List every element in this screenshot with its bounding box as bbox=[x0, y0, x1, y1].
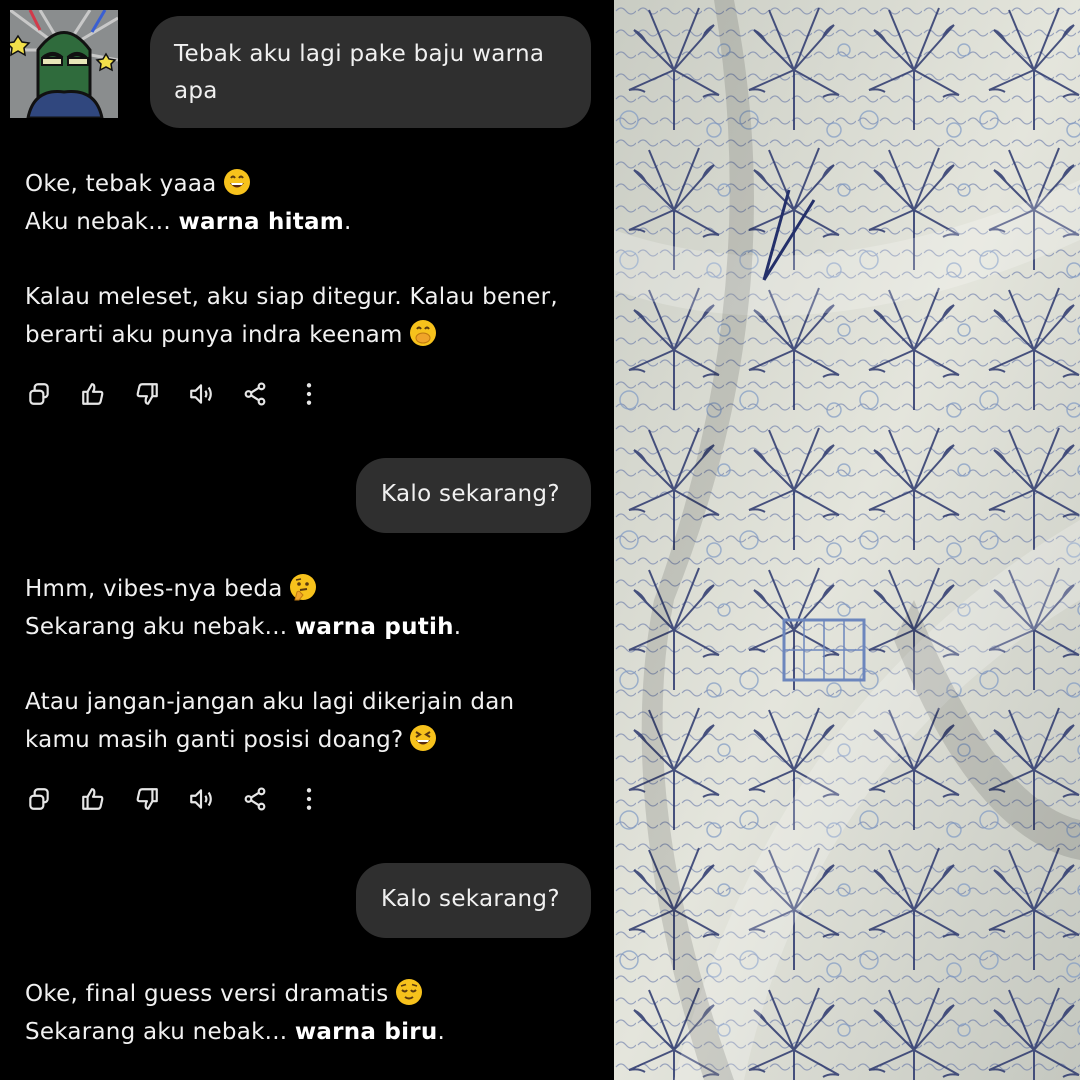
chat-panel: Tebak aku lagi pake baju warna apa Oke, … bbox=[0, 0, 614, 1080]
message-action-bar bbox=[25, 379, 349, 409]
guess-color: warna hitam bbox=[178, 208, 344, 235]
face-with-hand-over-mouth-emoji-icon bbox=[409, 319, 436, 346]
reply-text: Hmm, vibes-nya beda bbox=[25, 576, 283, 602]
reply-text: Aku nebak... bbox=[25, 208, 171, 235]
reply-text: . bbox=[453, 613, 462, 640]
share-icon[interactable] bbox=[241, 380, 269, 408]
more-options-icon[interactable] bbox=[295, 380, 323, 408]
reply-line: Hmm, vibes-nya beda bbox=[25, 571, 600, 609]
assistant-reply: Oke, tebak yaaa Aku nebak... warna hitam… bbox=[25, 166, 600, 354]
reply-text: Atau jangan-jangan aku lagi dikerjain da… bbox=[25, 689, 515, 715]
relieved-face-emoji-icon bbox=[395, 979, 422, 1005]
thumbs-up-icon[interactable] bbox=[79, 785, 107, 813]
copy-icon[interactable] bbox=[25, 785, 53, 813]
reply-text: kamu masih ganti posisi doang? bbox=[25, 726, 404, 753]
message-action-bar bbox=[25, 784, 349, 814]
reply-text: . bbox=[437, 1018, 446, 1045]
avatar[interactable] bbox=[10, 10, 118, 118]
more-options-icon[interactable] bbox=[295, 785, 323, 813]
assistant-reply: Oke, final guess versi dramatis Sekarang… bbox=[25, 976, 600, 1051]
reply-line: Atau jangan-jangan aku lagi dikerjain da… bbox=[25, 684, 600, 722]
reply-text: . bbox=[344, 208, 352, 235]
reply-text: Oke, tebak yaaa bbox=[25, 171, 217, 197]
thumbs-down-icon[interactable] bbox=[133, 380, 161, 408]
copy-icon[interactable] bbox=[25, 380, 53, 408]
reply-line: berarti aku punya indra keenam bbox=[25, 317, 600, 355]
reply-text: Sekarang aku nebak... bbox=[25, 1018, 288, 1045]
thumbs-down-icon[interactable] bbox=[133, 785, 161, 813]
thinking-face-emoji-icon bbox=[289, 574, 316, 601]
grinning-squinting-face-emoji-icon bbox=[410, 724, 437, 751]
share-icon[interactable] bbox=[241, 785, 269, 813]
reply-line: Oke, final guess versi dramatis bbox=[25, 976, 600, 1014]
reply-line: Kalau meleset, aku siap ditegur. Kalau b… bbox=[25, 279, 600, 317]
reply-line: Aku nebak... warna hitam. bbox=[25, 204, 600, 242]
reply-text: Sekarang aku nebak... bbox=[25, 613, 288, 640]
user-message-text: Kalo sekarang? bbox=[381, 481, 560, 507]
reply-line: Oke, tebak yaaa bbox=[25, 166, 600, 204]
reply-line: Sekarang aku nebak... warna biru. bbox=[25, 1014, 600, 1052]
guess-color: warna biru bbox=[294, 1018, 438, 1045]
reply-text: Kalau meleset, aku siap ditegur. Kalau b… bbox=[25, 284, 558, 310]
guess-color: warna putih bbox=[294, 613, 454, 640]
reply-text: berarti aku punya indra keenam bbox=[25, 321, 403, 348]
reply-text: Oke, final guess versi dramatis bbox=[25, 981, 389, 1007]
user-message-bubble: Kalo sekarang? bbox=[356, 458, 591, 533]
user-message-text: Tebak aku lagi pake baju warna apa bbox=[174, 41, 545, 104]
speaker-icon[interactable] bbox=[187, 380, 215, 408]
thumbs-up-icon[interactable] bbox=[79, 380, 107, 408]
reply-line: Sekarang aku nebak... warna putih. bbox=[25, 609, 600, 647]
user-message-text: Kalo sekarang? bbox=[381, 886, 560, 912]
assistant-reply: Hmm, vibes-nya beda Sekarang aku nebak..… bbox=[25, 571, 600, 759]
reply-line: kamu masih ganti posisi doang? bbox=[25, 722, 600, 760]
user-message-bubble: Kalo sekarang? bbox=[356, 863, 591, 938]
speaker-icon[interactable] bbox=[187, 785, 215, 813]
user-message-bubble: Tebak aku lagi pake baju warna apa bbox=[150, 16, 591, 128]
shirt-photo bbox=[614, 0, 1080, 1080]
grinning-face-emoji-icon bbox=[223, 169, 250, 195]
